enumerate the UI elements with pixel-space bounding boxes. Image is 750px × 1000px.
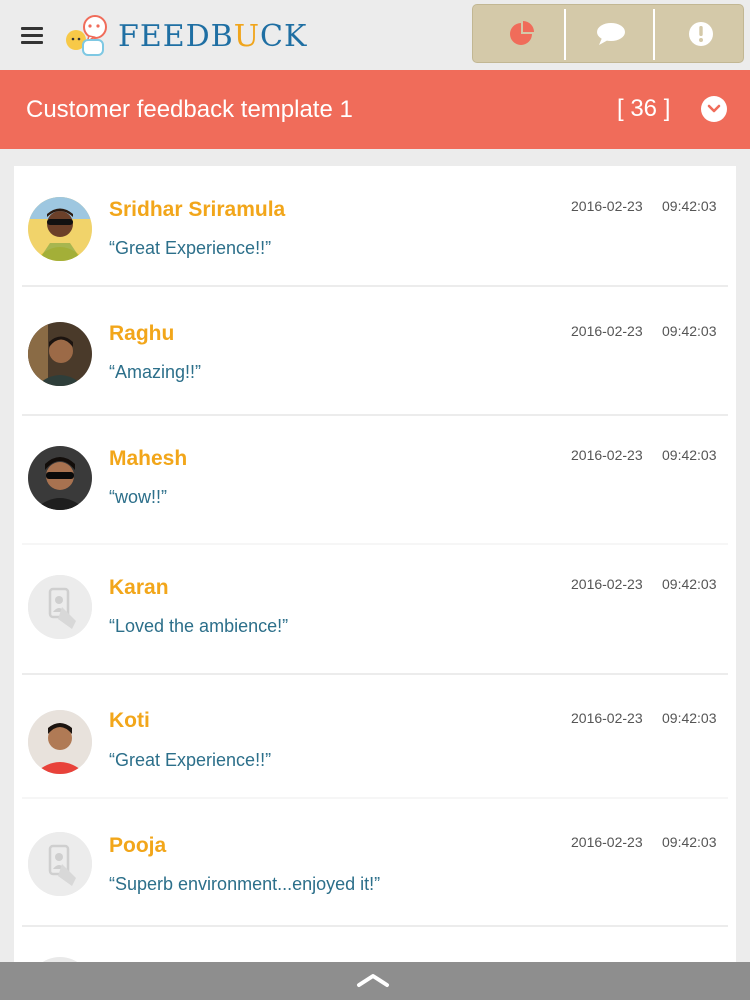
template-title: Customer feedback template 1: [26, 96, 353, 123]
divider: [653, 9, 655, 60]
feedback-item[interactable]: Pooja “Superb environment...enjoyed it!”…: [22, 799, 728, 927]
customer-name: Raghu: [109, 322, 175, 345]
feedback-item[interactable]: Karan “Loved the ambience!” 2016-02-23 0…: [22, 545, 728, 675]
feedback-message: “Superb environment...enjoyed it!”: [109, 874, 381, 894]
chat-bubble-icon: [596, 22, 625, 45]
customer-name: Pooja: [109, 834, 167, 857]
feedback-item[interactable]: Raghu “Amazing!!” 2016-02-23 09:42:03: [22, 287, 728, 416]
customer-name: Koti: [109, 709, 150, 732]
feedback-time: 09:42:03: [662, 710, 717, 726]
pie-chart-icon: [509, 20, 534, 45]
feedback-list: Sridhar Sriramula “Great Experience!!” 2…: [14, 166, 736, 966]
placeholder-avatar-icon: [28, 832, 92, 896]
feedback-item[interactable]: Mahesh “wow!!” 2016-02-23 09:42:03: [22, 416, 728, 545]
feedback-date: 2016-02-23: [571, 198, 643, 214]
feedback-message: “Loved the ambience!”: [109, 616, 289, 636]
alert-icon: [688, 21, 713, 46]
messages-button[interactable]: [566, 5, 655, 62]
avatar: [28, 446, 92, 510]
template-title-bar: Customer feedback template 1 [ 36 ]: [0, 70, 750, 149]
feedback-date: 2016-02-23: [571, 834, 643, 850]
hamburger-menu-icon[interactable]: [21, 27, 43, 45]
app-header: FEEDBUCK: [0, 0, 750, 70]
avatar: [28, 710, 92, 774]
feedback-message: “Amazing!!”: [109, 362, 202, 382]
feedback-item[interactable]: [22, 927, 728, 966]
feedback-date: 2016-02-23: [571, 447, 643, 463]
bottom-bar: [0, 962, 750, 1000]
avatar: [28, 832, 92, 896]
feedback-time: 09:42:03: [662, 323, 717, 339]
scroll-to-top-icon[interactable]: [355, 970, 391, 990]
chevron-down-icon: [707, 104, 721, 113]
feedback-time: 09:42:03: [662, 834, 717, 850]
customer-name: Mahesh: [109, 447, 188, 470]
avatar: [28, 575, 92, 639]
placeholder-avatar-icon: [28, 575, 92, 639]
feedback-time: 09:42:03: [662, 198, 717, 214]
template-dropdown-button[interactable]: [701, 96, 727, 122]
feedback-count: [ 36 ]: [617, 95, 671, 122]
header-action-group: [472, 4, 744, 63]
customer-name: Karan: [109, 576, 169, 599]
app-logo-text: FEEDBUCK: [118, 19, 308, 54]
feedback-time: 09:42:03: [662, 576, 717, 592]
feedback-message: “wow!!”: [109, 487, 167, 507]
customer-name: Sridhar Sriramula: [109, 198, 286, 221]
feedback-message: “Great Experience!!”: [109, 750, 272, 770]
feedback-date: 2016-02-23: [571, 576, 643, 592]
feedback-date: 2016-02-23: [571, 323, 643, 339]
feedbuck-logo-icon: [66, 15, 107, 56]
analytics-button[interactable]: [476, 5, 565, 62]
feedback-message: “Great Experience!!”: [109, 238, 272, 258]
alerts-button[interactable]: [656, 5, 745, 62]
avatar: [28, 197, 92, 261]
avatar: [28, 322, 92, 386]
feedback-item[interactable]: Sridhar Sriramula “Great Experience!!” 2…: [22, 166, 728, 287]
feedback-date: 2016-02-23: [571, 710, 643, 726]
feedback-item[interactable]: Koti “Great Experience!!” 2016-02-23 09:…: [22, 675, 728, 799]
feedback-time: 09:42:03: [662, 447, 717, 463]
